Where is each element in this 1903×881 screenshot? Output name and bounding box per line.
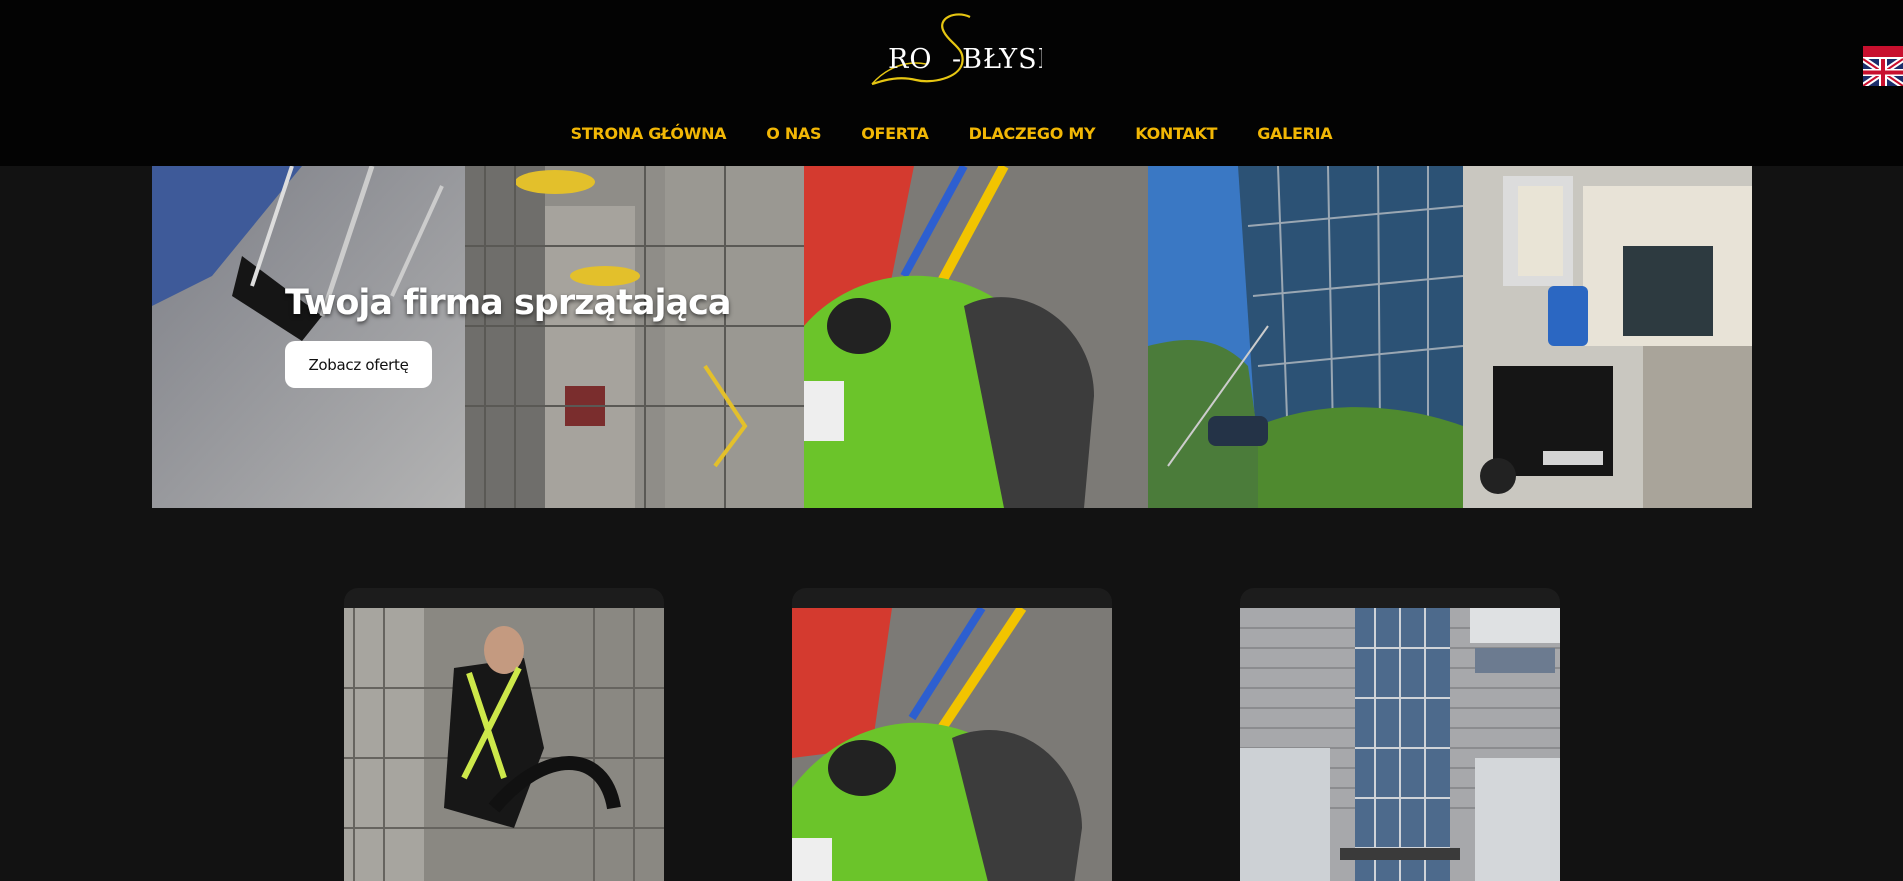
hero-image-window-cleaning [1148, 166, 1463, 508]
uk-flag-icon[interactable] [1863, 46, 1903, 86]
service-card-floor[interactable] [792, 588, 1112, 881]
nav-item-gallery[interactable]: GALERIA [1237, 122, 1352, 146]
service-card-industrial[interactable] [344, 588, 664, 881]
nav-item-why-us[interactable]: DLACZEGO MY [949, 122, 1116, 146]
hero-banner: Twoja firma sprzątająca Zobacz ofertę [152, 166, 1752, 508]
hero-title: Twoja firma sprzątająca [285, 283, 731, 323]
see-offer-button[interactable]: Zobacz ofertę [285, 341, 432, 388]
card-image-glass-facade [1240, 608, 1560, 881]
service-card-facade[interactable] [1240, 588, 1560, 881]
nav-item-home[interactable]: STRONA GŁÓWNA [551, 122, 747, 146]
card-image-worker-warehouse [344, 608, 664, 881]
company-logo[interactable]: RO -BŁYSK [866, 12, 1042, 90]
nav-item-contact[interactable]: KONTAKT [1115, 122, 1237, 146]
hero-image-carpet-cleaning [152, 166, 465, 508]
logo-graphic: RO -BŁYSK [871, 13, 1042, 86]
hero-image-warehouse [465, 166, 804, 508]
nav-item-offer[interactable]: OFERTA [841, 122, 948, 146]
service-cards [0, 588, 1903, 881]
hero-image-pressure-washer [1463, 166, 1752, 508]
nav-item-about[interactable]: O NAS [746, 122, 841, 146]
card-image-floor-scrubber [792, 608, 1112, 881]
main-nav: STRONA GŁÓWNA O NAS OFERTA DLACZEGO MY K… [0, 122, 1903, 146]
site-header: RO -BŁYSK STRONA GŁÓWNA O NAS OFERTA DLA… [0, 0, 1903, 166]
logo-text-right: -BŁYSK [952, 44, 1042, 75]
hero-image-floor-scrubber [804, 166, 1148, 508]
logo-text-left: RO [888, 44, 932, 75]
